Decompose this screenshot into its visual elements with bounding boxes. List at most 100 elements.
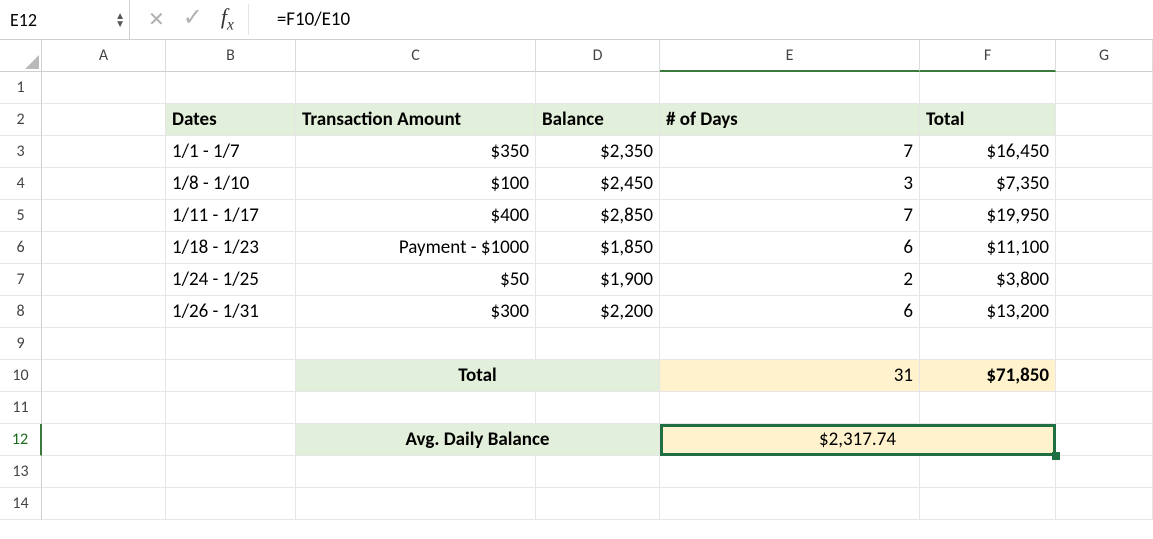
cell-G13[interactable] bbox=[1056, 456, 1153, 488]
total-total[interactable]: $71,850 bbox=[920, 360, 1056, 392]
row-header[interactable]: 8 bbox=[0, 296, 42, 328]
cell-D14[interactable] bbox=[536, 488, 660, 520]
cell-A1[interactable] bbox=[42, 72, 166, 104]
row-header[interactable]: 3 bbox=[0, 136, 42, 168]
cell-A9[interactable] bbox=[42, 328, 166, 360]
cell-D5[interactable]: $2,850 bbox=[536, 200, 660, 232]
cell-E11[interactable] bbox=[660, 392, 920, 424]
formula-input[interactable] bbox=[267, 0, 1153, 39]
accept-formula-icon[interactable]: ✓ bbox=[183, 3, 203, 32]
cell-B5[interactable]: 1/11 - 1/17 bbox=[166, 200, 296, 232]
row-header[interactable]: 13 bbox=[0, 456, 42, 488]
cell-A8[interactable] bbox=[42, 296, 166, 328]
cell-G8[interactable] bbox=[1056, 296, 1153, 328]
cell-B1[interactable] bbox=[166, 72, 296, 104]
col-header-B[interactable]: B bbox=[166, 40, 296, 72]
cell-F13[interactable] bbox=[920, 456, 1056, 488]
cell-F1[interactable] bbox=[920, 72, 1056, 104]
col-header-D[interactable]: D bbox=[536, 40, 660, 72]
header-dates[interactable]: Dates bbox=[166, 104, 296, 136]
cell-C6[interactable]: Payment - $1000 bbox=[296, 232, 536, 264]
cell-G4[interactable] bbox=[1056, 168, 1153, 200]
row-header[interactable]: 11 bbox=[0, 392, 42, 424]
cell-B8[interactable]: 1/26 - 1/31 bbox=[166, 296, 296, 328]
header-balance[interactable]: Balance bbox=[536, 104, 660, 136]
cell-B4[interactable]: 1/8 - 1/10 bbox=[166, 168, 296, 200]
cell-B3[interactable]: 1/1 - 1/7 bbox=[166, 136, 296, 168]
cell-E6[interactable]: 6 bbox=[660, 232, 920, 264]
cell-F14[interactable] bbox=[920, 488, 1056, 520]
fx-icon[interactable]: fx bbox=[221, 4, 249, 34]
col-header-G[interactable]: G bbox=[1056, 40, 1153, 72]
cell-G2[interactable] bbox=[1056, 104, 1153, 136]
cell-B9[interactable] bbox=[166, 328, 296, 360]
spinner-down-icon[interactable]: ▼ bbox=[115, 20, 125, 28]
header-total[interactable]: Total bbox=[920, 104, 1056, 136]
cell-G7[interactable] bbox=[1056, 264, 1153, 296]
cell-B6[interactable]: 1/18 - 1/23 bbox=[166, 232, 296, 264]
cell-G5[interactable] bbox=[1056, 200, 1153, 232]
cell-F3[interactable]: $16,450 bbox=[920, 136, 1056, 168]
row-header[interactable]: 12 bbox=[0, 424, 42, 456]
cell-C14[interactable] bbox=[296, 488, 536, 520]
cell-E9[interactable] bbox=[660, 328, 920, 360]
cancel-formula-icon[interactable]: ✕ bbox=[148, 7, 165, 32]
name-box[interactable]: E12 ▲ ▼ bbox=[0, 0, 130, 39]
cell-G3[interactable] bbox=[1056, 136, 1153, 168]
cell-A4[interactable] bbox=[42, 168, 166, 200]
cell-E14[interactable] bbox=[660, 488, 920, 520]
cell-G1[interactable] bbox=[1056, 72, 1153, 104]
header-days[interactable]: # of Days bbox=[660, 104, 920, 136]
cell-D4[interactable]: $2,450 bbox=[536, 168, 660, 200]
row-header[interactable]: 9 bbox=[0, 328, 42, 360]
cell-D13[interactable] bbox=[536, 456, 660, 488]
row-header[interactable]: 14 bbox=[0, 488, 42, 520]
cell-A6[interactable] bbox=[42, 232, 166, 264]
cell-E13[interactable] bbox=[660, 456, 920, 488]
select-all-corner[interactable] bbox=[0, 40, 42, 72]
avg-label[interactable]: Avg. Daily Balance bbox=[296, 424, 660, 456]
cell-D3[interactable]: $2,350 bbox=[536, 136, 660, 168]
row-header[interactable]: 10 bbox=[0, 360, 42, 392]
cell-F11[interactable] bbox=[920, 392, 1056, 424]
col-header-E[interactable]: E bbox=[660, 40, 920, 72]
cell-C1[interactable] bbox=[296, 72, 536, 104]
cell-D6[interactable]: $1,850 bbox=[536, 232, 660, 264]
cell-F4[interactable]: $7,350 bbox=[920, 168, 1056, 200]
cell-A11[interactable] bbox=[42, 392, 166, 424]
selection-E12-F12[interactable]: $2,317.74 bbox=[660, 424, 1056, 456]
cell-G11[interactable] bbox=[1056, 392, 1153, 424]
cell-C4[interactable]: $100 bbox=[296, 168, 536, 200]
cell-G10[interactable] bbox=[1056, 360, 1153, 392]
col-header-C[interactable]: C bbox=[296, 40, 536, 72]
cell-B14[interactable] bbox=[166, 488, 296, 520]
cell-C3[interactable]: $350 bbox=[296, 136, 536, 168]
cell-A14[interactable] bbox=[42, 488, 166, 520]
cell-G6[interactable] bbox=[1056, 232, 1153, 264]
cell-D7[interactable]: $1,900 bbox=[536, 264, 660, 296]
cell-B12[interactable] bbox=[166, 424, 296, 456]
cell-E5[interactable]: 7 bbox=[660, 200, 920, 232]
cell-A3[interactable] bbox=[42, 136, 166, 168]
cell-D11[interactable] bbox=[536, 392, 660, 424]
cell-E7[interactable]: 2 bbox=[660, 264, 920, 296]
cell-C11[interactable] bbox=[296, 392, 536, 424]
name-box-spinner[interactable]: ▲ ▼ bbox=[115, 12, 125, 28]
cell-B11[interactable] bbox=[166, 392, 296, 424]
row-header[interactable]: 5 bbox=[0, 200, 42, 232]
col-header-F[interactable]: F bbox=[920, 40, 1056, 72]
cell-A5[interactable] bbox=[42, 200, 166, 232]
avg-value[interactable]: $2,317.74 bbox=[660, 424, 1056, 456]
cell-A10[interactable] bbox=[42, 360, 166, 392]
row-header[interactable]: 1 bbox=[0, 72, 42, 104]
cell-A2[interactable] bbox=[42, 104, 166, 136]
cell-B7[interactable]: 1/24 - 1/25 bbox=[166, 264, 296, 296]
cell-F8[interactable]: $13,200 bbox=[920, 296, 1056, 328]
cell-F7[interactable]: $3,800 bbox=[920, 264, 1056, 296]
cell-G9[interactable] bbox=[1056, 328, 1153, 360]
col-header-A[interactable]: A bbox=[42, 40, 166, 72]
cell-C5[interactable]: $400 bbox=[296, 200, 536, 232]
cell-C9[interactable] bbox=[296, 328, 536, 360]
cell-C13[interactable] bbox=[296, 456, 536, 488]
row-header[interactable]: 2 bbox=[0, 104, 42, 136]
